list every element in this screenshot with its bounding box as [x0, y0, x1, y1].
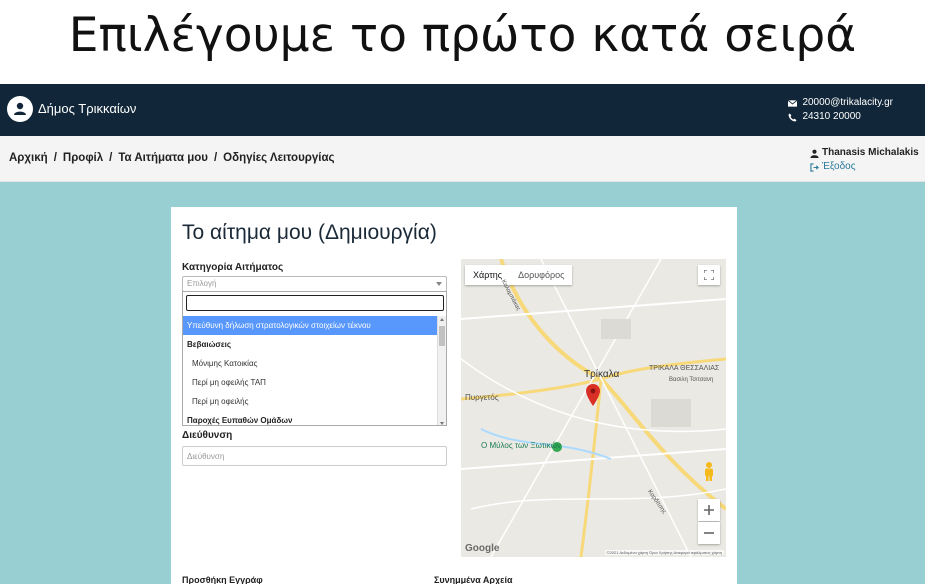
sign-out-icon — [810, 162, 819, 172]
tab-satellite[interactable]: Δορυφόρος — [510, 265, 572, 285]
breadcrumb-my-requests[interactable]: Τα Αιτήματα μου — [118, 152, 208, 164]
category-placeholder: Επιλογή — [187, 279, 217, 288]
attachments-label: Συνημμένα Αρχεία — [434, 575, 513, 584]
dropdown-group-header: Παροχές Ευπαθών Ομάδων — [187, 416, 293, 425]
scroll-down-icon[interactable] — [440, 422, 444, 425]
map-label-trikala-thessalias: ΤΡΙΚΑΛΑ ΘΕΣΣΑΛΙΑΣ — [649, 365, 720, 372]
contact-email[interactable]: 20000@trikalacity.gr — [802, 96, 893, 110]
zoom-in-icon[interactable] — [698, 499, 720, 521]
scroll-up-icon[interactable] — [440, 318, 444, 321]
contact-phone[interactable]: 24310 20000 — [802, 110, 860, 124]
breadcrumb-instructions[interactable]: Οδηγίες Λειτουργίας — [223, 152, 334, 164]
breadcrumb-separator: / — [53, 152, 57, 164]
site-brand[interactable]: Δήμος Τρικκαίων — [38, 101, 136, 116]
category-label: Κατηγορία Αιτήματος — [182, 262, 284, 273]
address-placeholder: Διεύθυνση — [187, 452, 225, 461]
contact-info: 20000@trikalacity.gr 24310 20000 — [788, 96, 893, 124]
user-icon — [810, 149, 819, 158]
account-username: Thanasis Michalakis — [822, 147, 919, 158]
map-label-vasilis-tsitsanis: Βασιλη Τσιτσανη — [669, 377, 714, 383]
category-dropdown: Υπεύθυνη δήλωση στρατολογικών στοιχείων … — [182, 291, 447, 426]
account-panel: Thanasis Michalakis Έξοδος — [810, 146, 919, 174]
address-label: Διεύθυνση — [182, 430, 233, 441]
location-pin-icon[interactable] — [586, 384, 600, 406]
map-widget[interactable]: Χάρτης Δορυφόρος Τρίκαλα Πυργετός ΤΡΙΚΑΛ… — [461, 259, 726, 557]
map-city-label: Τρίκαλα — [584, 369, 620, 380]
scroll-thumb[interactable] — [439, 326, 445, 346]
breadcrumb: Αρχική / Προφίλ / Τα Αιτήματα μου / Οδηγ… — [9, 152, 335, 164]
dropdown-option-highlighted[interactable]: Υπεύθυνη δήλωση στρατολογικών στοιχείων … — [183, 316, 438, 335]
caret-down-icon — [436, 282, 442, 286]
breadcrumb-home[interactable]: Αρχική — [9, 152, 48, 164]
google-logo: Google — [465, 543, 500, 554]
breadcrumb-profile[interactable]: Προφίλ — [63, 152, 103, 164]
dropdown-group-header: Βεβαιώσεις — [187, 340, 232, 349]
map-roads — [461, 259, 726, 557]
breadcrumb-bar: Αρχική / Προφίλ / Τα Αιτήματα μου / Οδηγ… — [0, 136, 925, 182]
breadcrumb-separator: / — [109, 152, 113, 164]
screenshot-area: Δήμος Τρικκαίων 20000@trikalacity.gr 243… — [0, 84, 925, 584]
phone-icon — [788, 112, 797, 122]
category-select[interactable]: Επιλογή — [182, 276, 447, 292]
dropdown-option[interactable]: Περί μη οφειλής — [183, 392, 438, 411]
slide-title: Επιλέγουμε το πρώτο κατά σειρά αίτημα — [68, 8, 857, 135]
dropdown-options: Υπεύθυνη δήλωση στρατολογικών στοιχείων … — [183, 316, 438, 425]
user-circle-icon[interactable] — [7, 96, 33, 122]
address-input[interactable]: Διεύθυνση — [182, 446, 447, 466]
zoom-out-icon[interactable] — [698, 522, 720, 544]
street-view-pegman-icon[interactable] — [698, 457, 720, 485]
map-label-mylos: Ο Μύλος των Ξωτικών — [481, 441, 561, 450]
form-title: Το αίτημα μου (Δημιουργία) — [182, 221, 437, 244]
dropdown-option[interactable]: Περί μη οφειλής ΤΑΠ — [183, 373, 438, 392]
dropdown-search-input[interactable] — [186, 295, 444, 311]
dropdown-option[interactable]: Μόνιμης Κατοικίας — [183, 354, 438, 373]
dropdown-scrollbar[interactable] — [437, 316, 446, 425]
breadcrumb-separator: / — [213, 152, 218, 164]
fullscreen-icon[interactable] — [698, 265, 720, 285]
request-form-card: Το αίτημα μου (Δημιουργία) Κατηγορία Αιτ… — [171, 207, 737, 584]
map-label-pyrgetos: Πυργετός — [465, 393, 499, 402]
add-document-label: Προσθήκη Εγγράφ — [182, 575, 263, 584]
logout-link[interactable]: Έξοδος — [822, 160, 856, 174]
map-type-tabs: Χάρτης Δορυφόρος — [465, 265, 573, 285]
map-attribution[interactable]: ©2021 Δεδομένα χάρτη Όροι Χρήσης Αναφορά… — [604, 550, 724, 555]
top-navbar: Δήμος Τρικκαίων 20000@trikalacity.gr 243… — [0, 84, 925, 136]
envelope-icon — [788, 99, 798, 107]
